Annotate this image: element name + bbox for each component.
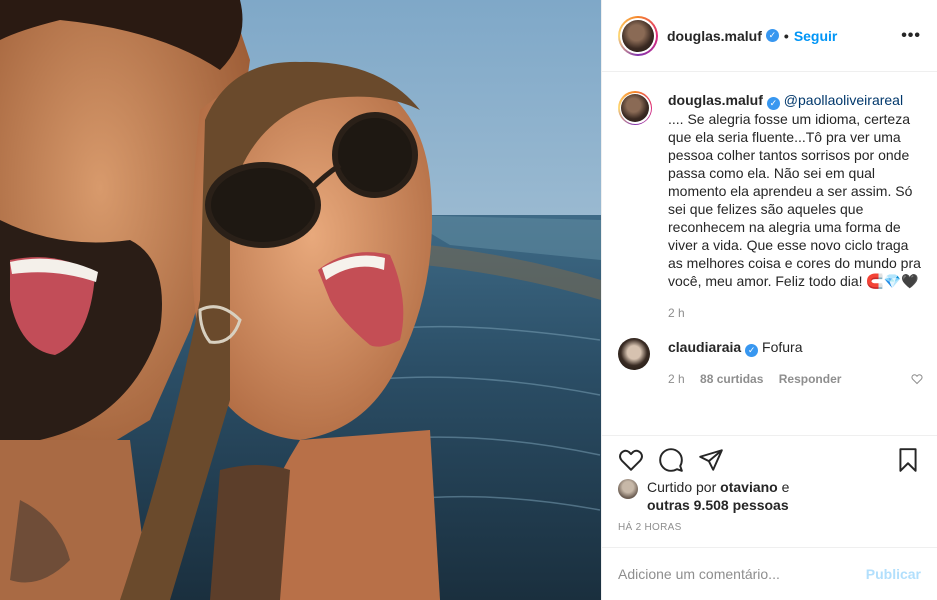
comment-like-heart-icon[interactable]	[911, 373, 923, 385]
caption-comment: douglas.maluf ✓ @paollaoliveirareal .... …	[618, 91, 921, 322]
caption-time[interactable]: 2 h	[668, 306, 685, 320]
send-icon[interactable]	[698, 447, 724, 473]
caption-avatar[interactable]	[618, 91, 652, 125]
post-actions	[602, 435, 937, 483]
verified-badge-icon: ✓	[766, 97, 780, 110]
comment-input[interactable]	[618, 566, 866, 582]
add-comment-bar: Publicar	[602, 547, 937, 600]
post-header: douglas.maluf ✓ • Seguir •••	[602, 0, 937, 72]
bookmark-icon[interactable]	[895, 447, 921, 473]
comment-text: Fofura	[762, 339, 803, 355]
publish-button[interactable]: Publicar	[866, 566, 921, 582]
separator-dot: •	[783, 27, 789, 44]
likes-summary: Curtido por otaviano e outras 9.508 pess…	[618, 478, 921, 514]
comment-likes-count[interactable]: 88 curtidas	[700, 372, 763, 386]
author-username[interactable]: douglas.maluf	[667, 28, 762, 44]
likes-others-link[interactable]: outras 9.508 pessoas	[647, 497, 789, 513]
heart-icon[interactable]	[618, 447, 644, 473]
liker-avatar[interactable]	[618, 479, 638, 499]
comment-icon[interactable]	[658, 447, 684, 473]
caption-avatar-image	[621, 94, 649, 122]
post-timestamp[interactable]: HÁ 2 HORAS	[618, 522, 682, 533]
commenter-avatar[interactable]	[618, 338, 650, 370]
caption-text: .... Se alegria fosse um idioma, certeza…	[668, 92, 925, 289]
caption-meta: 2 h	[668, 304, 921, 322]
post-image	[0, 0, 601, 600]
commenter-username[interactable]: claudiaraia	[668, 339, 741, 355]
more-options-icon[interactable]: •••	[901, 27, 921, 45]
likes-prefix: Curtido por	[647, 479, 721, 495]
reply-button[interactable]: Responder	[779, 372, 842, 386]
comments-list[interactable]: douglas.maluf ✓ @paollaoliveirareal .... …	[602, 73, 937, 435]
post-photo[interactable]	[0, 0, 601, 600]
liker-username[interactable]: otaviano	[720, 479, 778, 495]
verified-badge-icon: ✓	[745, 344, 759, 357]
caption-username[interactable]: douglas.maluf	[668, 92, 763, 108]
comment-item: claudiaraia ✓ Fofura 2 h 88 curtidas Resp…	[618, 338, 921, 388]
comment-time[interactable]: 2 h	[668, 372, 685, 386]
post-side-panel: douglas.maluf ✓ • Seguir ••• douglas.mal…	[601, 0, 937, 600]
follow-button[interactable]: Seguir	[794, 28, 838, 44]
likes-middle: e	[777, 479, 790, 495]
author-avatar[interactable]	[618, 15, 658, 56]
caption-mention-link[interactable]: @paollaoliveirareal	[784, 92, 903, 108]
verified-badge-icon: ✓	[765, 29, 779, 42]
caption-text-block: douglas.maluf ✓ @paollaoliveirareal .... …	[668, 91, 921, 290]
author-avatar-image	[622, 19, 654, 52]
